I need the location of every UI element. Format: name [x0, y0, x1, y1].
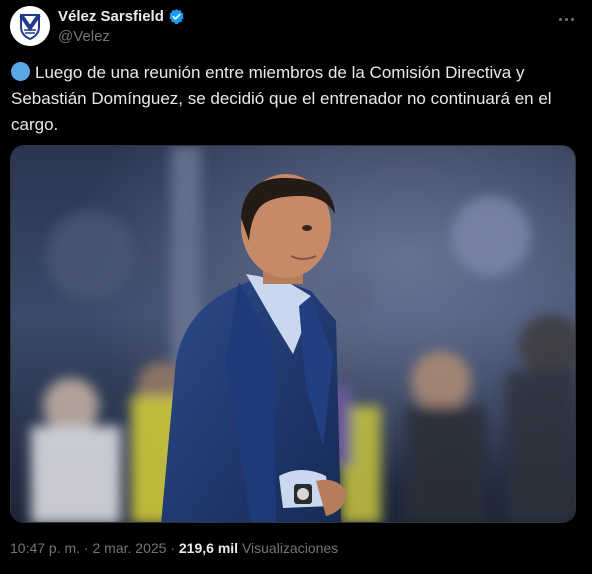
tweet-header: Vélez Sarsfield @Velez [10, 6, 582, 48]
display-name[interactable]: Vélez Sarsfield [58, 8, 164, 25]
photo-coach [11, 146, 575, 522]
views-label: Visualizaciones [241, 540, 339, 556]
views-count[interactable]: 219,6 mil [179, 540, 238, 556]
more-options-icon[interactable] [554, 10, 578, 28]
tweet-meta: 10:47 p. m. · 2 mar. 2025 · 219,6 mil Vi… [10, 540, 338, 556]
name-row: Vélez Sarsfield [58, 8, 185, 25]
blue-circle-icon [11, 62, 30, 81]
tweet-date[interactable]: 2 mar. 2025 [93, 540, 167, 556]
tweet-photo[interactable] [10, 145, 576, 523]
meta-separator: · [83, 540, 89, 556]
meta-separator: · [170, 540, 175, 556]
velez-crest-icon [10, 6, 50, 46]
tweet-text: Luego de una reunión entre miembros de l… [11, 60, 576, 138]
author-handle[interactable]: @Velez [58, 28, 110, 45]
tweet-body: Luego de una reunión entre miembros de l… [11, 63, 552, 134]
avatar[interactable] [10, 6, 50, 46]
tweet-time[interactable]: 10:47 p. m. [10, 540, 80, 556]
verified-badge-icon[interactable] [168, 8, 185, 25]
